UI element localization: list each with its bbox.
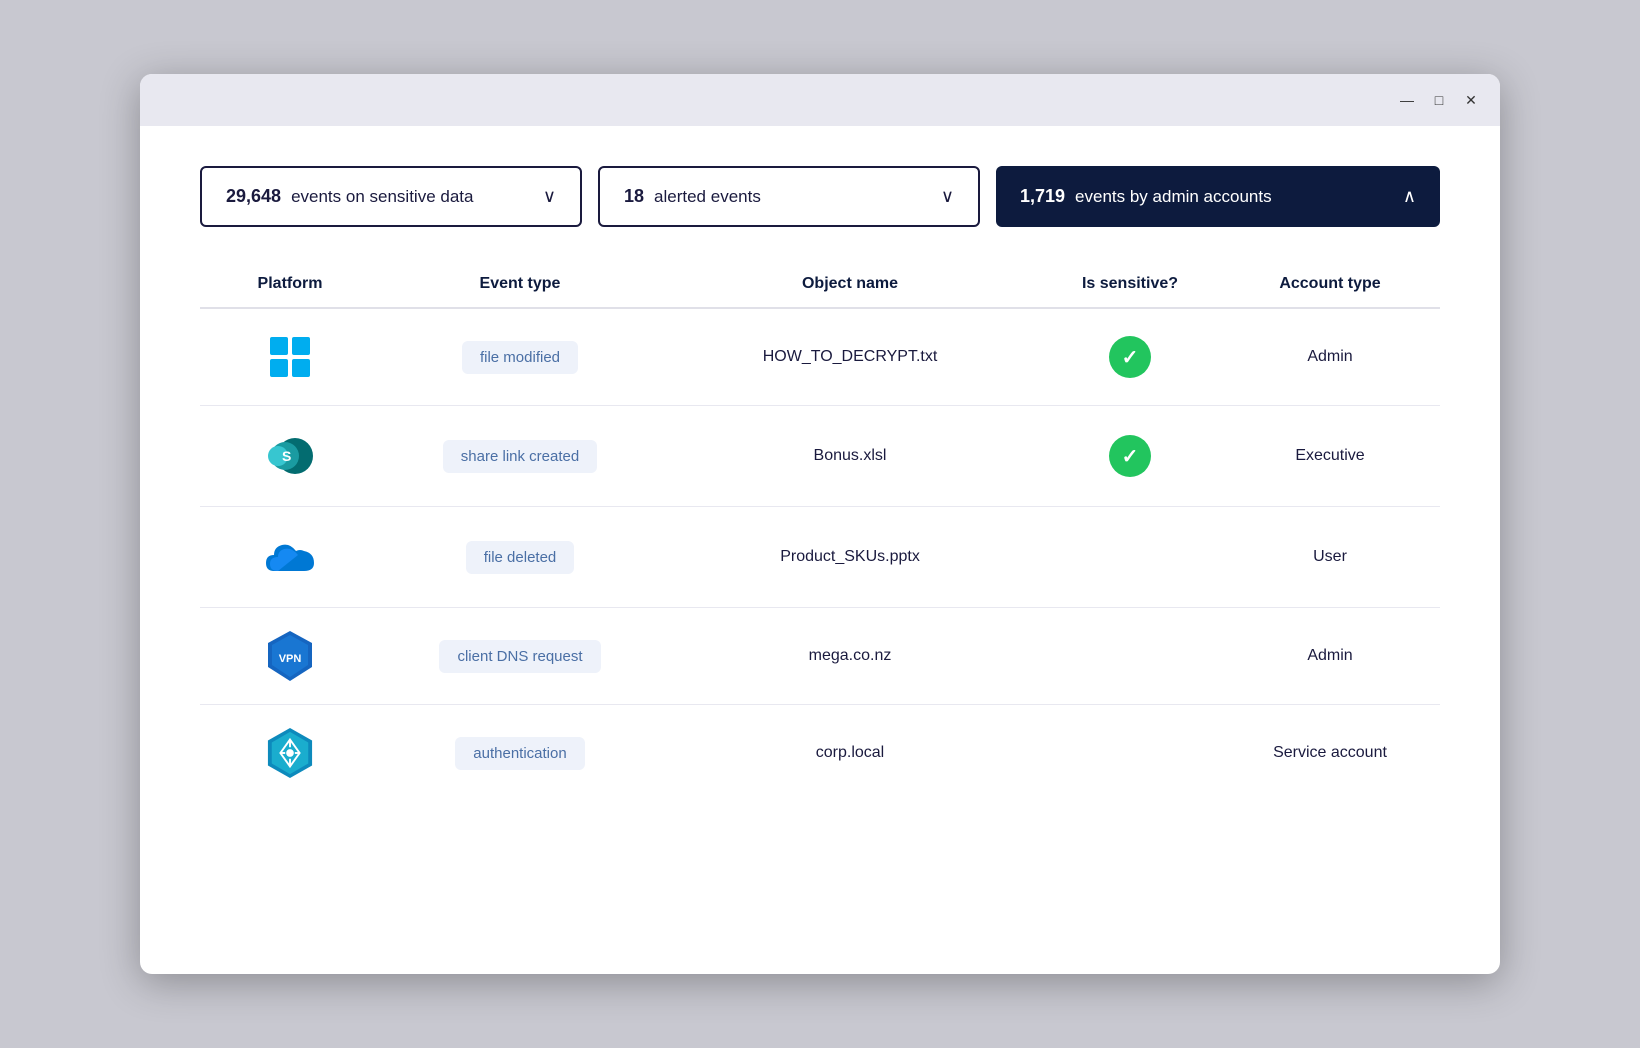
col-event-type: Event type: [380, 275, 660, 293]
table-row: authentication corp.local Service accoun…: [200, 705, 1440, 801]
event-type-cell: file deleted: [380, 541, 660, 574]
platform-cell: S: [200, 430, 380, 482]
main-window: — □ ✕ 29,648 events on sensitive data ∨ …: [140, 74, 1500, 974]
alerted-events-filter[interactable]: 18 alerted events ∨: [598, 166, 980, 227]
object-name: Product_SKUs.pptx: [780, 548, 920, 566]
sensitive-check-icon: ✓: [1109, 336, 1151, 378]
close-button[interactable]: ✕: [1462, 91, 1480, 109]
alerted-events-label: alerted events: [654, 187, 761, 207]
table-row: file modified HOW_TO_DECRYPT.txt ✓ Admin: [200, 309, 1440, 406]
object-name-cell: Product_SKUs.pptx: [660, 548, 1040, 566]
filter-row: 29,648 events on sensitive data ∨ 18 ale…: [200, 166, 1440, 227]
col-object-name: Object name: [660, 275, 1040, 293]
account-type-label: Admin: [1307, 647, 1352, 665]
main-content: 29,648 events on sensitive data ∨ 18 ale…: [140, 126, 1500, 974]
event-badge: file modified: [462, 341, 578, 374]
col-account-type: Account type: [1220, 275, 1440, 293]
account-type-cell: Admin: [1220, 647, 1440, 665]
event-badge: share link created: [443, 440, 597, 473]
account-type-cell: User: [1220, 548, 1440, 566]
onedrive-icon: [264, 531, 316, 583]
event-badge: file deleted: [466, 541, 575, 574]
event-badge: authentication: [455, 737, 584, 770]
vpn-icon: VPN: [266, 632, 314, 680]
platform-cell: [200, 333, 380, 381]
admin-events-label: events by admin accounts: [1075, 187, 1272, 207]
account-type-label: Executive: [1295, 447, 1364, 465]
object-name: corp.local: [816, 744, 884, 762]
sensitive-check-icon: ✓: [1109, 435, 1151, 477]
sharepoint-icon: S: [264, 430, 316, 482]
alerted-events-count: 18: [624, 186, 644, 207]
object-name-cell: Bonus.xlsl: [660, 447, 1040, 465]
maximize-button[interactable]: □: [1430, 91, 1448, 109]
admin-events-count: 1,719: [1020, 186, 1065, 207]
event-type-cell: authentication: [380, 737, 660, 770]
admin-events-filter[interactable]: 1,719 events by admin accounts ∧: [996, 166, 1440, 227]
sensitive-events-filter[interactable]: 29,648 events on sensitive data ∨: [200, 166, 582, 227]
table-row: VPN client DNS request mega.co.nz Admin: [200, 608, 1440, 705]
svg-text:S: S: [282, 448, 291, 464]
event-badge: client DNS request: [439, 640, 600, 673]
platform-cell: VPN: [200, 632, 380, 680]
sensitive-cell: ✓: [1040, 336, 1220, 378]
account-type-label: User: [1313, 548, 1347, 566]
table-header: Platform Event type Object name Is sensi…: [200, 275, 1440, 309]
sensitive-events-label: events on sensitive data: [291, 187, 473, 207]
account-type-cell: Admin: [1220, 348, 1440, 366]
account-type-cell: Service account: [1220, 744, 1440, 762]
account-type-label: Service account: [1273, 744, 1387, 762]
account-type-cell: Executive: [1220, 447, 1440, 465]
activedirectory-icon: [266, 729, 314, 777]
event-type-cell: share link created: [380, 440, 660, 473]
object-name: mega.co.nz: [809, 647, 892, 665]
minimize-button[interactable]: —: [1398, 91, 1416, 109]
titlebar: — □ ✕: [140, 74, 1500, 126]
table-row: S share link created Bonus.xlsl ✓ Execut…: [200, 406, 1440, 507]
event-type-cell: file modified: [380, 341, 660, 374]
admin-events-chevron: ∧: [1403, 186, 1416, 207]
event-type-cell: client DNS request: [380, 640, 660, 673]
object-name-cell: HOW_TO_DECRYPT.txt: [660, 348, 1040, 366]
account-type-label: Admin: [1307, 348, 1352, 366]
table-row: file deleted Product_SKUs.pptx User: [200, 507, 1440, 608]
object-name-cell: mega.co.nz: [660, 647, 1040, 665]
platform-cell: [200, 729, 380, 777]
col-is-sensitive: Is sensitive?: [1040, 275, 1220, 293]
sensitive-cell: ✓: [1040, 435, 1220, 477]
sensitive-events-count: 29,648: [226, 186, 281, 207]
object-name: Bonus.xlsl: [814, 447, 887, 465]
svg-text:VPN: VPN: [279, 653, 302, 665]
windows-icon: [266, 333, 314, 381]
platform-cell: [200, 531, 380, 583]
object-name: HOW_TO_DECRYPT.txt: [763, 348, 938, 366]
object-name-cell: corp.local: [660, 744, 1040, 762]
alerted-events-chevron: ∨: [941, 186, 954, 207]
col-platform: Platform: [200, 275, 380, 293]
sensitive-events-chevron: ∨: [543, 186, 556, 207]
